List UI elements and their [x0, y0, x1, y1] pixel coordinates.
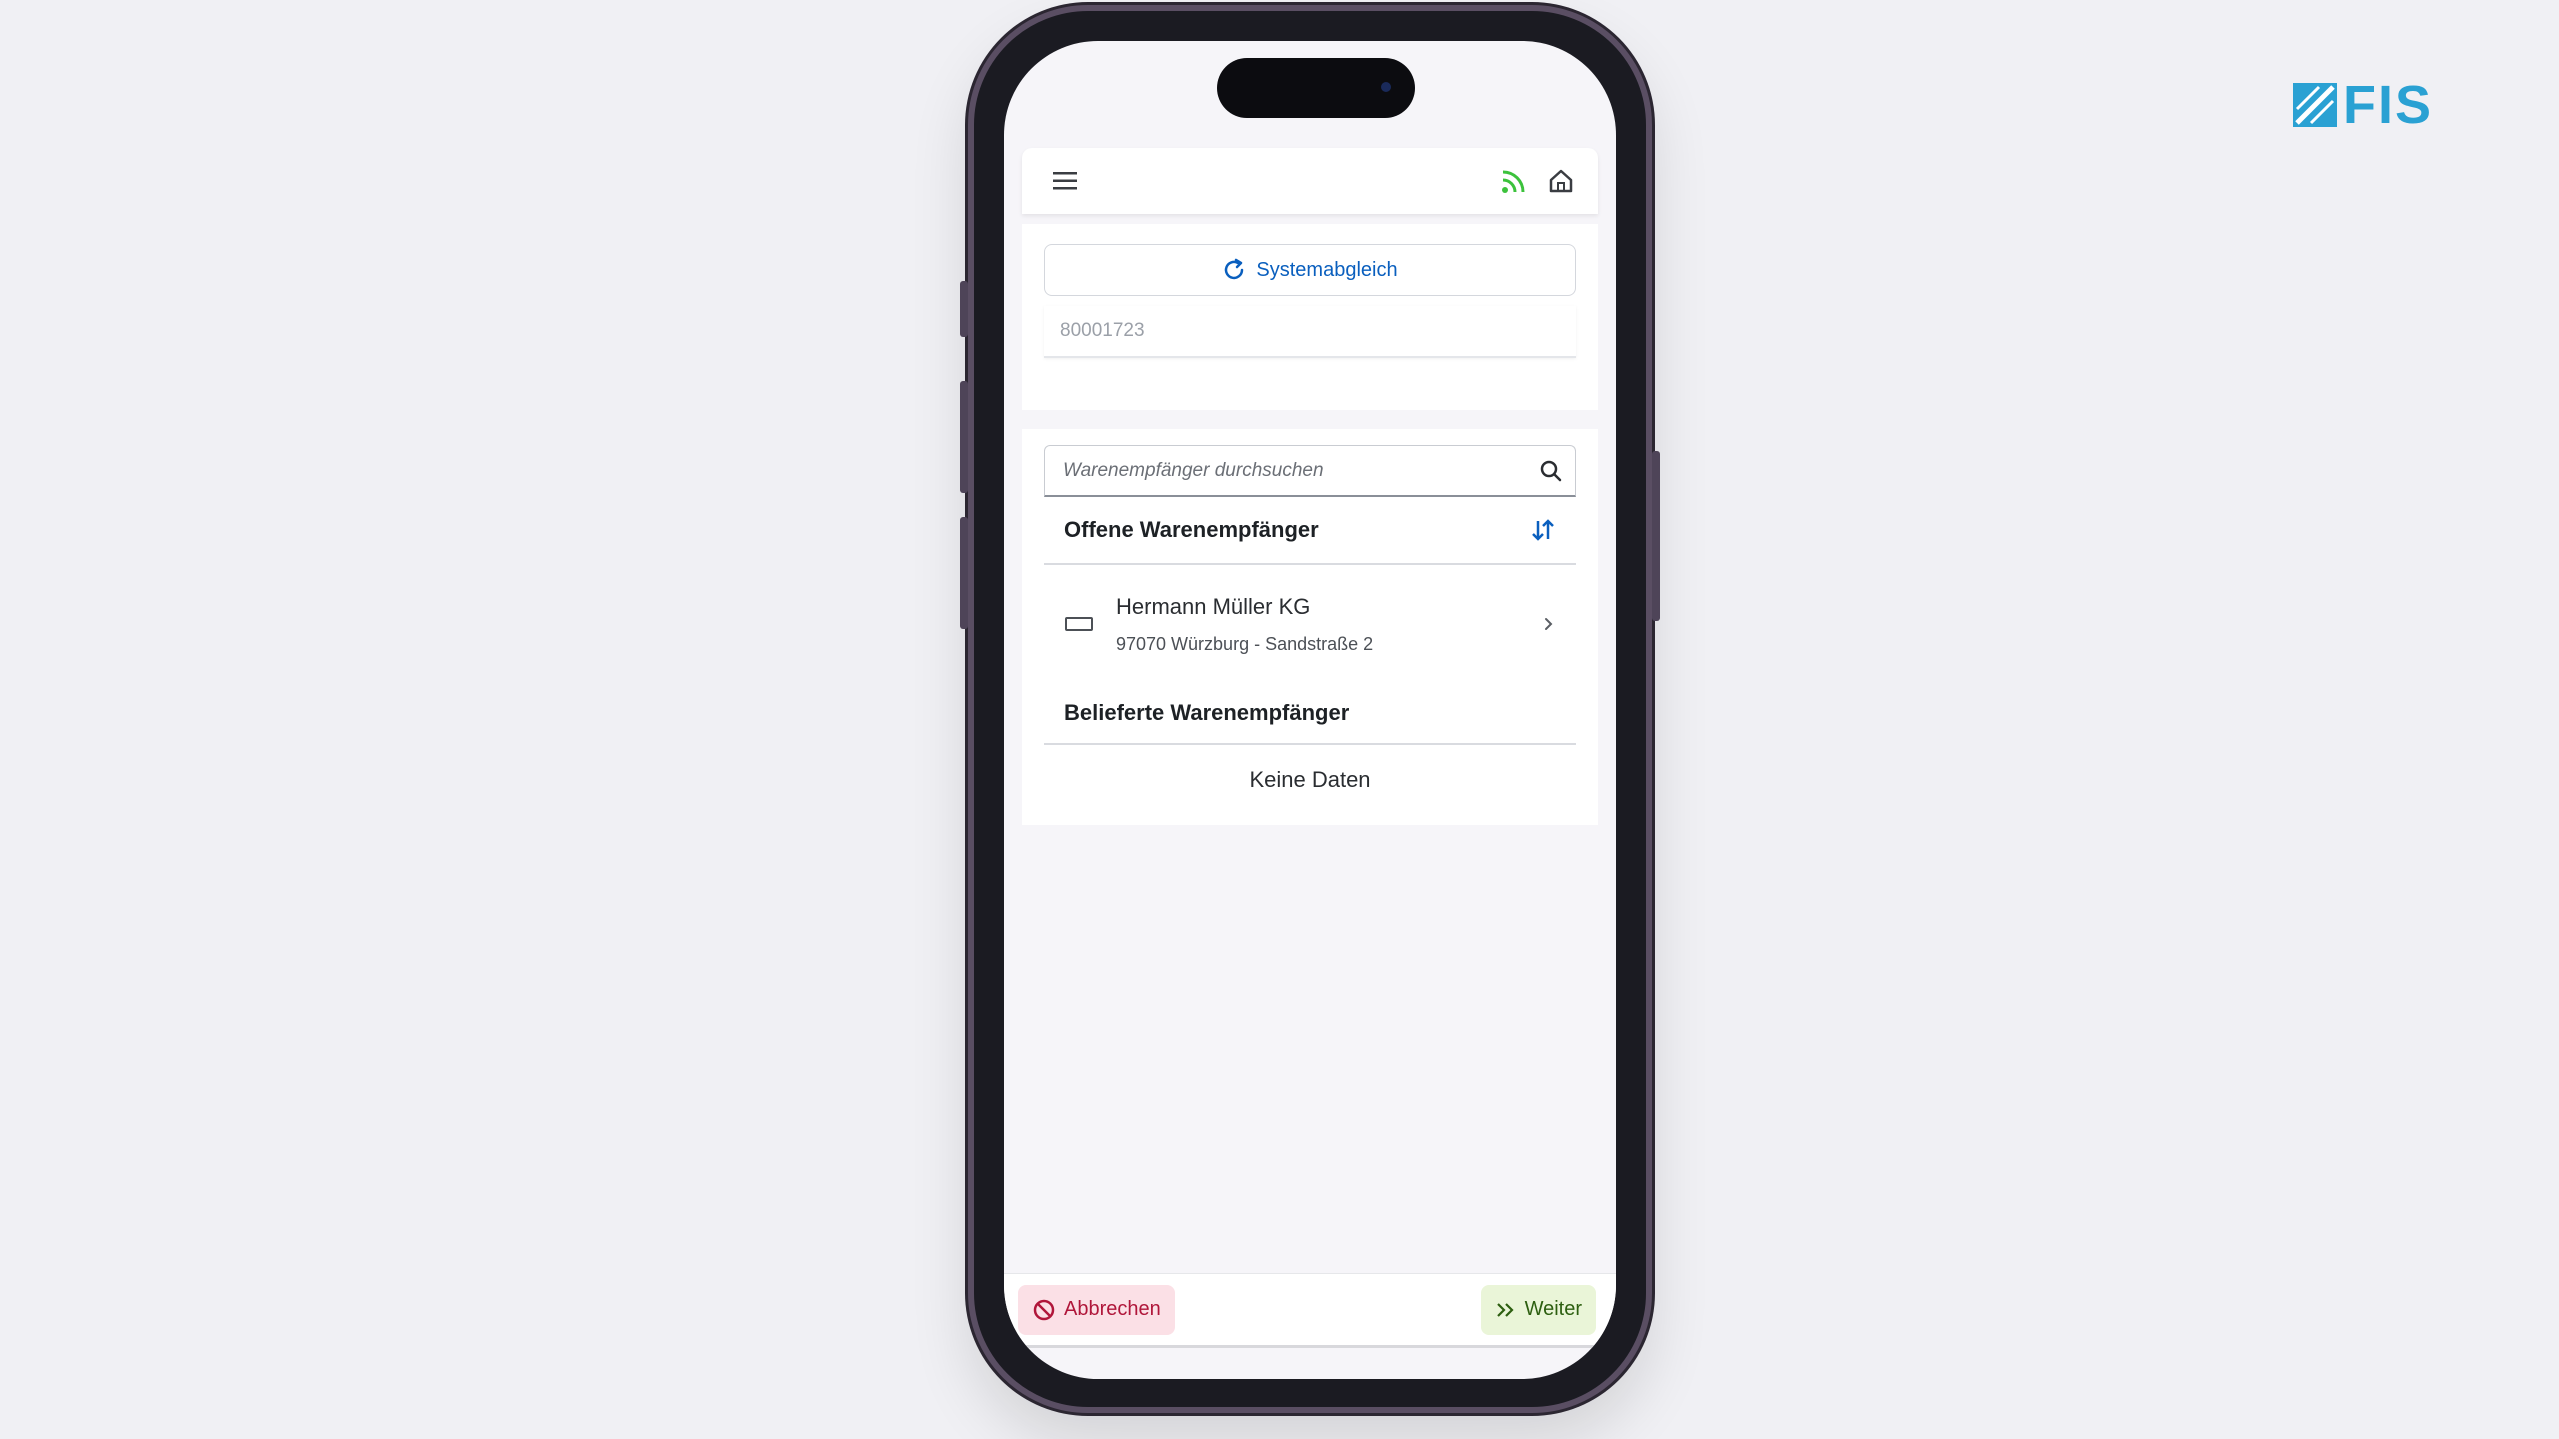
header-actions	[1500, 167, 1574, 195]
phone-power-button	[1652, 451, 1660, 621]
empty-state-text: Keine Daten	[1249, 767, 1371, 792]
phone-side-button	[960, 281, 968, 337]
phone-volume-up-button	[960, 381, 968, 493]
phone-frame: Systemabgleich 80001723 Offene Warenempf…	[960, 5, 1660, 1413]
recipient-name: Hermann Müller KG	[1116, 593, 1311, 619]
fis-logo-mark-icon	[2293, 83, 2337, 127]
home-indicator	[1014, 1345, 1606, 1348]
hamburger-menu-icon[interactable]	[1052, 170, 1078, 192]
fis-logo: FIS	[2293, 78, 2433, 132]
open-recipients-header: Offene Warenempfänger	[1044, 497, 1576, 565]
card-icon	[1064, 614, 1094, 634]
list-item-text: Hermann Müller KG 97070 Würzburg - Sands…	[1116, 594, 1520, 655]
next-button-label: Weiter	[1524, 1298, 1582, 1320]
sync-button[interactable]: Systemabgleich	[1044, 244, 1576, 296]
phone-screen: Systemabgleich 80001723 Offene Warenempf…	[1004, 41, 1616, 1379]
delivered-recipients-title: Belieferte Warenempfänger	[1064, 700, 1350, 725]
camera-icon	[1381, 82, 1391, 92]
sync-panel: Systemabgleich 80001723	[1022, 224, 1598, 410]
recipients-panel: Offene Warenempfänger	[1022, 429, 1598, 825]
app-header	[1022, 148, 1598, 214]
cancel-button-label: Abbrechen	[1064, 1298, 1161, 1320]
brand-name: FIS	[2343, 75, 2434, 135]
double-chevron-right-icon	[1495, 1300, 1517, 1320]
cancel-icon	[1032, 1298, 1056, 1322]
sync-button-label: Systemabgleich	[1256, 258, 1398, 281]
delivered-recipients-header: Belieferte Warenempfänger	[1044, 683, 1576, 745]
footer-toolbar: Abbrechen Weiter	[1004, 1273, 1616, 1345]
refresh-icon	[1222, 258, 1246, 282]
signal-icon	[1500, 167, 1528, 195]
search-icon[interactable]	[1539, 459, 1563, 483]
sort-icon[interactable]	[1530, 517, 1556, 543]
search-field[interactable]	[1044, 445, 1576, 497]
recipient-address: 97070 Würzburg - Sandstraße 2	[1116, 633, 1374, 654]
cancel-button[interactable]: Abbrechen	[1018, 1284, 1175, 1335]
order-number-field: 80001723	[1044, 306, 1576, 358]
home-icon[interactable]	[1548, 168, 1574, 194]
chevron-right-icon	[1542, 615, 1556, 633]
next-button[interactable]: Weiter	[1480, 1284, 1596, 1335]
open-recipients-title: Offene Warenempfänger	[1064, 517, 1319, 542]
phone-volume-down-button	[960, 517, 968, 629]
search-input[interactable]	[1061, 458, 1481, 483]
list-item[interactable]: Hermann Müller KG 97070 Würzburg - Sands…	[1044, 565, 1576, 683]
dynamic-island	[1217, 58, 1415, 118]
